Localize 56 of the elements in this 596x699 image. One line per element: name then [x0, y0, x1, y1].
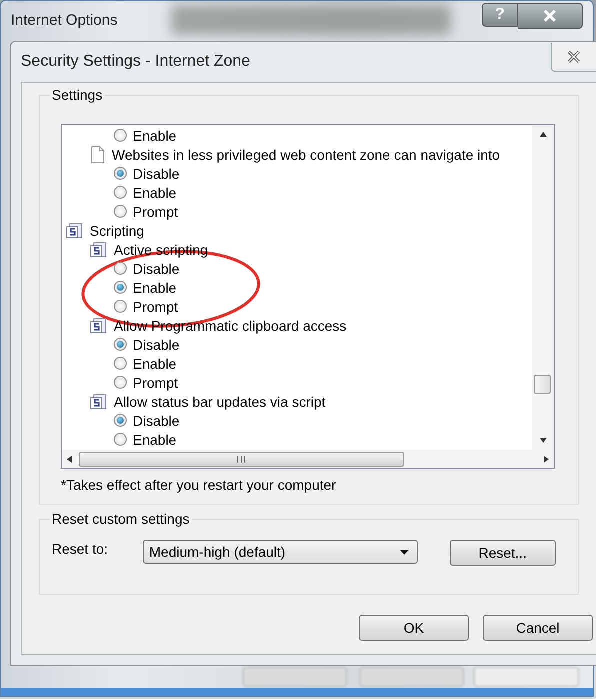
- script-settings-icon: [90, 392, 108, 410]
- radio-button[interactable]: [114, 262, 127, 275]
- option-label: Disable: [133, 336, 180, 352]
- grip-icon: [237, 456, 246, 462]
- radio-button[interactable]: [114, 414, 127, 427]
- window-title: Internet Options: [11, 12, 118, 29]
- radio-button[interactable]: [114, 376, 127, 389]
- security-level-dropdown[interactable]: Medium-high (default): [143, 540, 418, 564]
- scroll-right-icon[interactable]: [543, 456, 550, 462]
- option-label: Disable: [133, 412, 180, 428]
- radio-button[interactable]: [114, 167, 127, 180]
- settings-list[interactable]: [61, 124, 555, 469]
- caret-icon: [400, 550, 409, 554]
- scrollbar-thumb[interactable]: [534, 375, 551, 394]
- radio-button[interactable]: [114, 205, 127, 218]
- setting-label: Allow status bar updates via script: [114, 394, 326, 410]
- script-settings-icon: [90, 240, 108, 258]
- group-label: Settings: [50, 87, 105, 103]
- close-icon: [542, 9, 558, 23]
- dialog-button[interactable]: OK: [359, 615, 469, 641]
- scroll-left-icon[interactable]: [66, 456, 73, 462]
- radio-button[interactable]: [114, 186, 127, 199]
- option-label: Prompt: [133, 204, 178, 220]
- scroll-up-icon[interactable]: [540, 131, 546, 138]
- restart-note: *Takes effect after you restart your computer: [61, 477, 338, 493]
- radio-button[interactable]: [114, 281, 127, 294]
- close-button[interactable]: [551, 42, 596, 72]
- option-label: Enable: [133, 432, 177, 448]
- option-label: Prompt: [133, 374, 178, 390]
- close-icon: [566, 50, 582, 62]
- option-label: Enable: [133, 128, 177, 144]
- vertical-scrollbar[interactable]: [532, 125, 554, 450]
- script-settings-icon: [66, 222, 84, 240]
- radio-button[interactable]: [114, 300, 127, 313]
- option-label: Disable: [133, 260, 180, 276]
- page-icon: [90, 146, 106, 164]
- group-label: Reset custom settings: [50, 511, 192, 527]
- dialog-button[interactable]: Cancel: [483, 615, 593, 641]
- script-settings-icon: [90, 316, 108, 334]
- option-label: Disable: [133, 166, 180, 182]
- radio-button[interactable]: [114, 129, 127, 142]
- option-label: Prompt: [133, 298, 178, 314]
- radio-button[interactable]: [114, 338, 127, 351]
- close-button[interactable]: [518, 3, 583, 29]
- reset-button[interactable]: Reset...: [450, 540, 556, 566]
- scroll-down-icon[interactable]: [540, 437, 546, 444]
- option-label: Enable: [133, 184, 177, 200]
- radio-button[interactable]: [114, 433, 127, 446]
- category-label: Scripting: [90, 222, 144, 238]
- horizontal-scrollbar[interactable]: [62, 450, 554, 468]
- option-label: Enable: [133, 280, 177, 296]
- dialog-title: Security Settings - Internet Zone: [21, 53, 250, 71]
- option-label: Enable: [133, 356, 177, 372]
- reset-to-label: Reset to:: [52, 540, 110, 557]
- radio-button[interactable]: [114, 357, 127, 370]
- setting-label: Websites in less privileged web content zone can navigate into: [112, 146, 500, 162]
